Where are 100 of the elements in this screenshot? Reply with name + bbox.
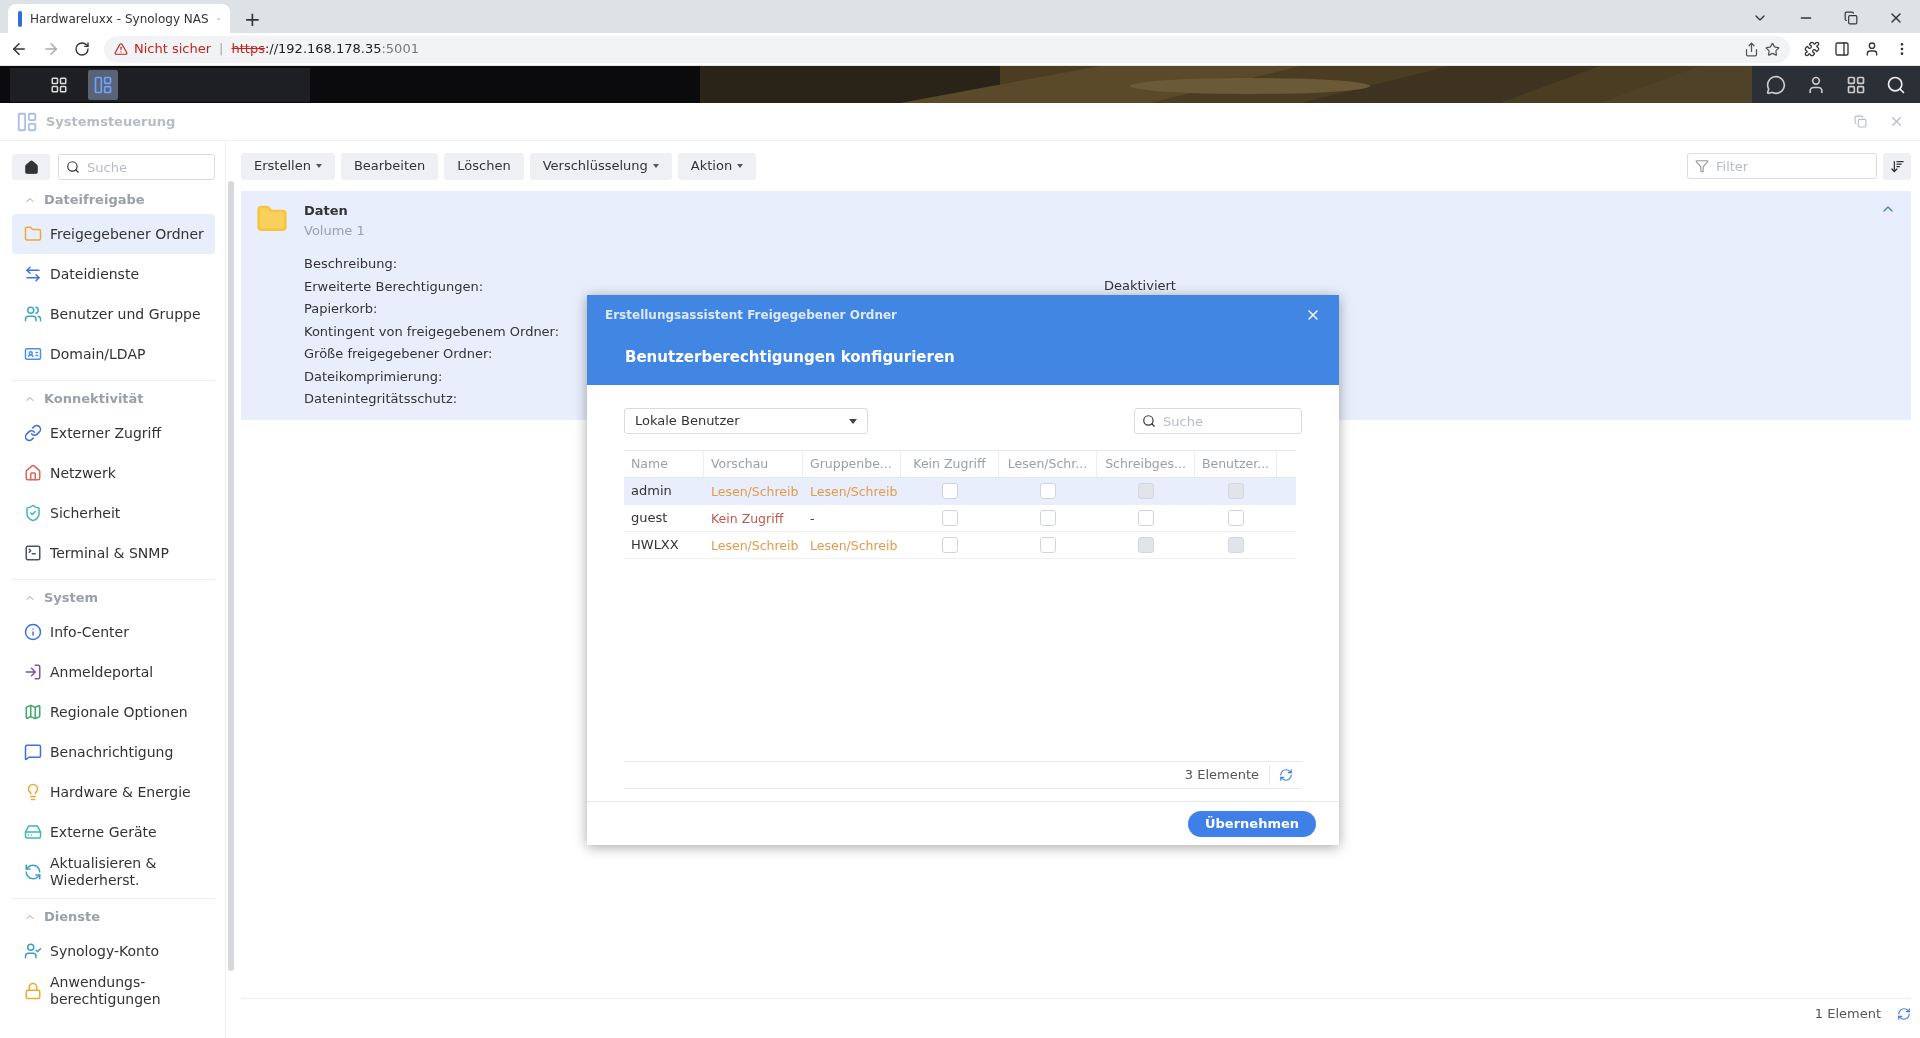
sidebar-item[interactable]: Synology-Konto <box>12 931 215 971</box>
toolbar-button[interactable]: Verschlüsselung <box>529 152 672 180</box>
panel-icon <box>93 74 113 95</box>
search-field[interactable]: Suche <box>1134 408 1302 434</box>
sidebar-item[interactable]: Externe Geräte <box>12 812 215 852</box>
chat-icon[interactable] <box>1766 74 1786 95</box>
reload-icon[interactable] <box>74 41 90 57</box>
share-icon[interactable] <box>1744 41 1759 57</box>
message-icon <box>24 743 42 761</box>
url-text: https://192.168.178.35:5001 <box>231 40 419 59</box>
sidebar-item[interactable]: Sicherheit <box>12 493 215 533</box>
separator: | <box>219 40 224 59</box>
panel-icon <box>16 110 38 133</box>
browser-tab[interactable]: Hardwareluxx - Synology NAS <box>8 4 230 33</box>
profile-icon[interactable] <box>1864 41 1880 57</box>
search-icon <box>1142 414 1156 428</box>
property-label: Datenintegritätsschutz: <box>304 391 458 407</box>
property-label: Beschreibung: <box>304 256 398 272</box>
refresh-icon[interactable] <box>1897 1006 1911 1021</box>
search-icon[interactable] <box>1886 74 1906 95</box>
checkbox[interactable] <box>1040 537 1056 553</box>
warning-icon <box>114 42 128 56</box>
sidebar-item[interactable]: Terminal & SNMP <box>12 533 215 573</box>
restore-icon[interactable] <box>1844 11 1858 25</box>
toolbar-button[interactable]: Löschen <box>444 152 524 180</box>
table-row[interactable]: guest Kein Zugriff - <box>624 505 1296 532</box>
sidebar-item[interactable]: Anmeldeportal <box>12 652 215 692</box>
search-icon <box>66 160 80 174</box>
table-cell: Lesen/Schreib <box>810 484 898 499</box>
property-value: Deaktiviert <box>1104 277 1176 295</box>
taskbar-app-button[interactable] <box>88 69 118 100</box>
sort-button[interactable] <box>1883 152 1911 180</box>
checkbox[interactable] <box>942 510 958 526</box>
sidebar-item[interactable]: Regionale Optionen <box>12 692 215 732</box>
user-icon[interactable] <box>1806 74 1826 95</box>
table-cell-text: guest <box>630 509 669 528</box>
grid-icon[interactable] <box>50 75 68 94</box>
caret-icon <box>737 164 744 168</box>
arrows-icon <box>24 265 42 283</box>
dialog-title: Benutzerberechtigungen konfigurieren <box>625 347 955 368</box>
folder-volume: Volume 1 <box>304 222 365 240</box>
users-icon <box>24 305 42 323</box>
checkbox[interactable] <box>1138 510 1154 526</box>
property-label: Erweiterte Berechtigungen: <box>304 278 484 294</box>
home-button[interactable] <box>12 154 50 180</box>
house-icon <box>24 464 42 482</box>
property-label: Größe freigegebener Ordner: <box>304 346 493 362</box>
item-count: 1 Element <box>1814 1004 1881 1023</box>
grid-icon[interactable] <box>1846 74 1866 95</box>
sidebar-item[interactable]: Netzwerk <box>12 453 215 493</box>
sidebar-item[interactable]: Externer Zugriff <box>12 413 215 453</box>
caret-icon <box>652 164 659 168</box>
refresh-icon[interactable] <box>1279 768 1293 782</box>
table-row[interactable]: HWLXX Lesen/Schreib Lesen/Schreib <box>624 532 1296 559</box>
new-tab-button[interactable]: + <box>244 9 261 29</box>
star-icon[interactable] <box>1765 41 1780 57</box>
home-icon <box>23 159 39 175</box>
sidebar-item[interactable]: Info-Center <box>12 612 215 652</box>
checkbox[interactable] <box>1228 510 1244 526</box>
table-row[interactable]: admin Lesen/Schreib Lesen/Schreib <box>624 478 1296 505</box>
tab-title: Hardwareluxx - Synology NAS <box>29 10 209 28</box>
side-panel-icon[interactable] <box>1834 41 1850 57</box>
table-cell-text: admin <box>630 482 673 501</box>
puzzle-icon[interactable] <box>1804 41 1820 57</box>
toolbar-button[interactable]: Erstellen <box>241 152 335 180</box>
caret-icon <box>849 418 857 424</box>
search-field[interactable]: Filter <box>1687 153 1877 179</box>
sidebar-item[interactable]: Aktualisieren & Wiederherst. <box>12 852 215 892</box>
user-type-dropdown[interactable]: Lokale Benutzer <box>624 408 868 434</box>
sidebar-item[interactable]: Domain/LDAP <box>12 334 215 374</box>
info-icon <box>24 623 42 641</box>
toolbar-button[interactable]: Aktion <box>677 152 757 180</box>
table-cell: - <box>810 511 815 526</box>
sort-icon <box>1889 158 1905 174</box>
checkbox[interactable] <box>942 537 958 553</box>
sidebar-item[interactable]: Hardware & Energie <box>12 772 215 812</box>
drive-icon <box>24 823 42 841</box>
table-cell: Lesen/Schreib <box>711 484 799 499</box>
toolbar-button[interactable]: Bearbeiten <box>340 152 439 180</box>
login-icon <box>24 663 42 681</box>
sidebar-item[interactable]: Anwendungs-berechtigungen <box>12 971 215 1011</box>
checkbox[interactable] <box>1040 510 1056 526</box>
sidebar-item[interactable]: Benutzer und Gruppe <box>12 294 215 334</box>
checkbox[interactable] <box>942 483 958 499</box>
sidebar-item[interactable]: Freigegebener Ordner <box>12 214 215 254</box>
security-label: Nicht sicher <box>134 40 212 59</box>
folder-icon <box>24 225 42 243</box>
address-bar[interactable]: Nicht sicher | https://192.168.178.35:5001 <box>104 35 1790 63</box>
caret-icon <box>315 164 322 168</box>
search-field[interactable]: Suche <box>58 154 215 180</box>
dialog-subtitle: Erstellungsassistent Freigegebener Ordner <box>605 307 898 324</box>
back-icon[interactable] <box>10 40 28 58</box>
property-label: Papierkorb: <box>304 301 378 317</box>
sidebar-item[interactable]: Dateidienste <box>12 254 215 294</box>
apply-button[interactable]: Übernehmen <box>1188 810 1316 837</box>
link-icon <box>24 424 42 442</box>
user-check-icon <box>24 942 42 960</box>
filter-icon <box>1695 159 1709 173</box>
sidebar-item[interactable]: Benachrichtigung <box>12 732 215 772</box>
checkbox[interactable] <box>1040 483 1056 499</box>
